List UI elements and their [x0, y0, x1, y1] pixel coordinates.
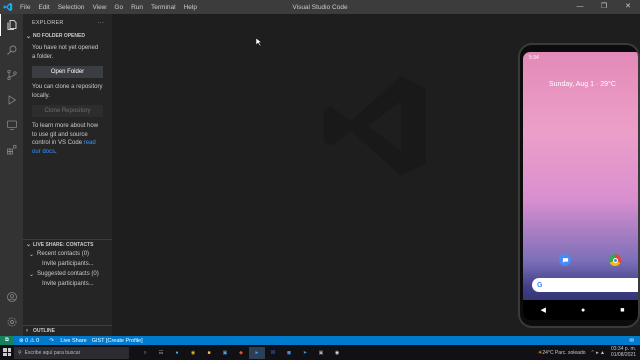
live-share-title: LIVE SHARE: CONTACTS	[33, 241, 94, 248]
settings-gear-icon[interactable]	[0, 311, 23, 333]
no-folder-section-header[interactable]: ⌄ NO FOLDER OPENED	[23, 31, 112, 41]
window-controls: — ❐ ✕	[568, 0, 640, 14]
back-icon[interactable]: ◀	[541, 306, 546, 314]
widgets-icon[interactable]: ☷	[153, 347, 169, 359]
search-icon: ⚲	[18, 349, 22, 356]
phone-date: Sunday, Aug 1 · 29°C	[549, 81, 616, 88]
menu-go[interactable]: Go	[110, 4, 127, 11]
close-icon[interactable]: ✕	[616, 0, 640, 14]
store-icon[interactable]: ▣	[217, 347, 233, 359]
live-share-header[interactable]: ⌄ LIVE SHARE: CONTACTS	[23, 239, 112, 249]
account-icon[interactable]	[0, 286, 23, 308]
menu-selection[interactable]: Selection	[54, 4, 89, 11]
remote-explorer-icon[interactable]	[0, 114, 23, 136]
clone-repository-button[interactable]: Clone Repository	[32, 105, 103, 117]
task-view-icon[interactable]: ○	[137, 347, 153, 359]
no-folder-title: NO FOLDER OPENED	[33, 33, 85, 39]
no-folder-message: You have not yet opened a folder.	[32, 45, 99, 60]
run-debug-icon[interactable]	[0, 89, 23, 111]
windows-taskbar: ⚲ Escribe aquí para buscar ○ ☷ ● ◉ ■ ▣ ◆…	[0, 345, 640, 360]
chrome-app-icon[interactable]	[609, 254, 621, 266]
search-icon[interactable]	[0, 39, 23, 61]
file-explorer-icon[interactable]: ■	[201, 347, 217, 359]
phone-screen[interactable]: 5:34 Sunday, Aug 1 · 29°C G ◀ ● ■	[523, 52, 638, 320]
windows-start-icon[interactable]	[3, 348, 11, 356]
google-g-icon: G	[537, 281, 543, 289]
tray-icons[interactable]: ⌃ ▸ ▲	[591, 350, 605, 356]
notifications-bell-icon[interactable]: ✉	[629, 338, 634, 344]
sidebar-header: EXPLORER ···	[23, 14, 112, 31]
telegram-icon[interactable]: ➤	[297, 347, 313, 359]
live-share-status[interactable]: ↷ Live Share	[44, 338, 86, 344]
chevron-down-icon: ⌄	[29, 271, 35, 278]
source-control-icon[interactable]	[0, 64, 23, 86]
activity-bar	[0, 14, 23, 336]
live-share-section: ⌄ LIVE SHARE: CONTACTS ⌄ Recent contacts…	[23, 239, 112, 289]
more-actions-icon[interactable]: ···	[98, 20, 104, 26]
taskbar-search-placeholder: Escribe aquí para buscar	[24, 349, 81, 356]
vscode-watermark-icon	[323, 76, 426, 176]
chrome-icon[interactable]: ◉	[185, 347, 201, 359]
word-icon[interactable]: W	[265, 347, 281, 359]
sidebar-title: EXPLORER	[32, 19, 64, 26]
menu-terminal[interactable]: Terminal	[147, 4, 180, 11]
messages-app-icon[interactable]	[559, 254, 571, 266]
git-icon[interactable]: ◆	[233, 347, 249, 359]
system-tray: ☀ 24°C Parc. soleado ⌃ ▸ ▲ 03:34 p. m. 0…	[538, 345, 636, 360]
vscode-taskbar-icon[interactable]: ►	[249, 346, 265, 359]
taskbar-search-box[interactable]: ⚲ Escribe aquí para buscar	[14, 346, 129, 359]
app-icon-blue[interactable]: ◼	[281, 347, 297, 359]
home-icon[interactable]: ●	[581, 307, 585, 314]
restore-icon[interactable]: ❐	[592, 0, 616, 14]
chevron-down-icon: ⌄	[26, 242, 32, 248]
explorer-sidebar: EXPLORER ··· ⌄ NO FOLDER OPENED You have…	[23, 14, 112, 336]
menu-help[interactable]: Help	[180, 4, 201, 11]
taskbar-clock[interactable]: 03:34 p. m. 01/08/2021	[610, 346, 636, 358]
recent-contacts-label: Recent contacts (0)	[37, 251, 90, 257]
gist-status[interactable]: GIST [Create Profile]	[92, 338, 143, 344]
chevron-down-icon: ⌄	[29, 251, 35, 258]
menu-run[interactable]: Run	[127, 4, 147, 11]
outline-title: OUTLINE	[33, 327, 55, 334]
taskbar-apps: ○ ☷ ● ◉ ■ ▣ ◆ ► W ◼ ➤ ▣ ◉	[137, 346, 345, 359]
google-search-bar[interactable]: G	[532, 278, 638, 292]
mouse-cursor-icon	[256, 38, 262, 46]
outline-section-header[interactable]: › OUTLINE	[23, 325, 112, 335]
extensions-icon[interactable]	[0, 139, 23, 161]
learn-more-text: To learn more about how to use git and s…	[23, 122, 112, 156]
edge-icon[interactable]: ●	[169, 347, 185, 359]
live-share-icon: ↷	[49, 337, 56, 344]
recent-invite-participants[interactable]: Invite participants...	[23, 259, 112, 269]
suggested-contacts[interactable]: ⌄ Suggested contacts (0)	[23, 269, 112, 279]
weather-text[interactable]: 24°C Parc. soleado	[542, 350, 585, 356]
chevron-right-icon: ›	[26, 327, 28, 334]
obs-icon[interactable]: ◉	[329, 347, 345, 359]
problems-indicator[interactable]: ⊗ 0 ⚠ 0	[19, 338, 39, 344]
minimize-icon[interactable]: —	[568, 0, 592, 14]
remote-indicator-icon[interactable]: ⧉	[0, 336, 14, 345]
app-icon-gray[interactable]: ▣	[313, 347, 329, 359]
recent-contacts[interactable]: ⌄ Recent contacts (0)	[23, 249, 112, 259]
menu-view[interactable]: View	[88, 4, 110, 11]
vscode-logo-icon	[0, 0, 16, 14]
menu-file[interactable]: File	[16, 4, 34, 11]
open-folder-button[interactable]: Open Folder	[32, 66, 103, 78]
title-bar: File Edit Selection View Go Run Terminal…	[0, 0, 640, 14]
menu-edit[interactable]: Edit	[34, 4, 53, 11]
suggested-invite-participants[interactable]: Invite participants...	[23, 279, 112, 289]
chevron-down-icon: ⌄	[26, 33, 32, 40]
clone-message: You can clone a repository locally.	[32, 84, 103, 99]
status-bar: ⧉ ⊗ 0 ⚠ 0 ↷ Live Share GIST [Create Prof…	[0, 336, 640, 345]
android-emulator[interactable]: 5:34 Sunday, Aug 1 · 29°C G ◀ ● ■	[518, 43, 640, 328]
phone-navigation-bar: ◀ ● ■	[523, 300, 638, 320]
taskbar-date: 01/08/2021	[610, 351, 636, 358]
suggested-contacts-label: Suggested contacts (0)	[37, 271, 99, 277]
menu-bar: File Edit Selection View Go Run Terminal…	[16, 4, 201, 11]
explorer-icon[interactable]	[0, 14, 23, 36]
phone-status-time: 5:34	[529, 55, 539, 61]
recents-icon[interactable]: ■	[620, 307, 624, 314]
learn-more-end: .	[55, 148, 57, 155]
